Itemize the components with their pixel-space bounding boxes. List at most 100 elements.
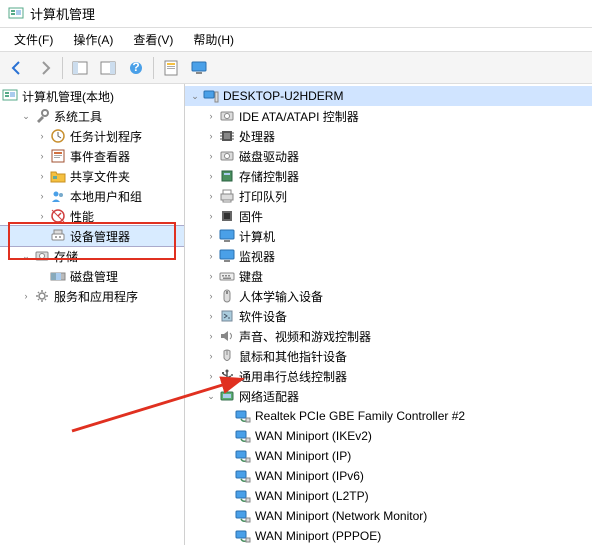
network-icon bbox=[219, 388, 235, 404]
menu-view[interactable]: 查看(V) bbox=[123, 29, 183, 50]
device-firmware[interactable]: › 固件 bbox=[185, 206, 592, 226]
device-wan-ipv6[interactable]: WAN Miniport (IPv6) bbox=[185, 466, 592, 486]
menu-help[interactable]: 帮助(H) bbox=[183, 29, 244, 50]
device-cpu[interactable]: › 处理器 bbox=[185, 126, 592, 146]
tree-label: 网络适配器 bbox=[239, 388, 299, 405]
spacer bbox=[220, 429, 234, 443]
device-soft-dev[interactable]: › 软件设备 bbox=[185, 306, 592, 326]
expand-icon[interactable]: › bbox=[204, 129, 218, 143]
help-button[interactable] bbox=[123, 55, 149, 81]
expand-icon[interactable]: › bbox=[204, 209, 218, 223]
expand-icon[interactable]: › bbox=[204, 109, 218, 123]
monitor-button[interactable] bbox=[186, 55, 212, 81]
device-wan-ip[interactable]: WAN Miniport (IP) bbox=[185, 446, 592, 466]
tree-system-tools[interactable]: ⌄ 系统工具 bbox=[0, 106, 184, 126]
disk-icon bbox=[50, 268, 66, 284]
device-keyboard[interactable]: › 键盘 bbox=[185, 266, 592, 286]
expand-icon[interactable]: › bbox=[204, 369, 218, 383]
netadp-icon bbox=[235, 528, 251, 544]
collapse-icon[interactable]: ⌄ bbox=[19, 109, 33, 123]
expand-icon[interactable]: › bbox=[204, 229, 218, 243]
tree-label: DESKTOP-U2HDERM bbox=[223, 89, 343, 103]
device-realtek[interactable]: Realtek PCIe GBE Family Controller #2 bbox=[185, 406, 592, 426]
expand-icon[interactable]: › bbox=[204, 329, 218, 343]
tree-label: 固件 bbox=[239, 208, 263, 225]
device-tree[interactable]: ⌄ DESKTOP-U2HDERM › IDE ATA/ATAPI 控制器 › … bbox=[185, 84, 592, 545]
device-sound[interactable]: › 声音、视频和游戏控制器 bbox=[185, 326, 592, 346]
expand-icon[interactable]: › bbox=[19, 289, 33, 303]
tree-services-apps[interactable]: › 服务和应用程序 bbox=[0, 286, 184, 306]
tree-label: 声音、视频和游戏控制器 bbox=[239, 328, 371, 345]
forward-button[interactable] bbox=[32, 55, 58, 81]
expand-icon[interactable]: › bbox=[204, 269, 218, 283]
expand-icon[interactable]: › bbox=[35, 129, 49, 143]
tree-label: WAN Miniport (Network Monitor) bbox=[255, 509, 427, 523]
tree-label: 鼠标和其他指针设备 bbox=[239, 348, 347, 365]
toolbar-separator bbox=[153, 57, 154, 79]
device-mouse[interactable]: › 鼠标和其他指针设备 bbox=[185, 346, 592, 366]
expand-icon[interactable]: › bbox=[35, 189, 49, 203]
tree-storage[interactable]: ⌄ 存储 bbox=[0, 246, 184, 266]
device-disk-drives[interactable]: › 磁盘驱动器 bbox=[185, 146, 592, 166]
tree-performance[interactable]: › 性能 bbox=[0, 206, 184, 226]
firmware-icon bbox=[219, 208, 235, 224]
device-usb[interactable]: › 通用串行总线控制器 bbox=[185, 366, 592, 386]
tree-shared-folders[interactable]: › 共享文件夹 bbox=[0, 166, 184, 186]
keyboard-icon bbox=[219, 268, 235, 284]
tree-task-scheduler[interactable]: › 任务计划程序 bbox=[0, 126, 184, 146]
show-hide-pane-button[interactable] bbox=[95, 55, 121, 81]
netadp-icon bbox=[235, 488, 251, 504]
spacer bbox=[220, 509, 234, 523]
device-wan-l2tp[interactable]: WAN Miniport (L2TP) bbox=[185, 486, 592, 506]
tree-label: WAN Miniport (L2TP) bbox=[255, 489, 369, 503]
tree-local-users[interactable]: › 本地用户和组 bbox=[0, 186, 184, 206]
tree-label: 磁盘驱动器 bbox=[239, 148, 299, 165]
console-tree[interactable]: 计算机管理(本地) ⌄ 系统工具 › 任务计划程序 › 事件查看器 › 共享文件… bbox=[0, 84, 185, 545]
storage-ctrl-icon bbox=[219, 168, 235, 184]
expand-icon[interactable]: › bbox=[204, 249, 218, 263]
tree-label: 性能 bbox=[70, 208, 94, 225]
spacer bbox=[220, 409, 234, 423]
collapse-icon[interactable]: ⌄ bbox=[204, 389, 218, 403]
tree-device-manager[interactable]: 设备管理器 bbox=[0, 226, 184, 246]
device-wan-pppoe[interactable]: WAN Miniport (PPPOE) bbox=[185, 526, 592, 545]
expand-icon[interactable]: › bbox=[35, 149, 49, 163]
expand-icon[interactable]: › bbox=[204, 309, 218, 323]
toolbar bbox=[0, 52, 592, 84]
device-hid[interactable]: › 人体学输入设备 bbox=[185, 286, 592, 306]
device-network[interactable]: ⌄ 网络适配器 bbox=[185, 386, 592, 406]
device-computer[interactable]: › 计算机 bbox=[185, 226, 592, 246]
hid-icon bbox=[219, 288, 235, 304]
usb-icon bbox=[219, 368, 235, 384]
show-hide-tree-button[interactable] bbox=[67, 55, 93, 81]
device-root[interactable]: ⌄ DESKTOP-U2HDERM bbox=[185, 86, 592, 106]
tree-disk-mgmt[interactable]: 磁盘管理 bbox=[0, 266, 184, 286]
device-monitor[interactable]: › 监视器 bbox=[185, 246, 592, 266]
expand-icon[interactable]: › bbox=[35, 209, 49, 223]
back-button[interactable] bbox=[4, 55, 30, 81]
menu-action[interactable]: 操作(A) bbox=[63, 29, 123, 50]
expand-icon[interactable]: › bbox=[204, 189, 218, 203]
menu-file[interactable]: 文件(F) bbox=[4, 29, 63, 50]
expand-icon[interactable]: › bbox=[204, 149, 218, 163]
properties-button[interactable] bbox=[158, 55, 184, 81]
ide-icon bbox=[219, 108, 235, 124]
collapse-icon[interactable]: ⌄ bbox=[19, 249, 33, 263]
expand-icon[interactable]: › bbox=[204, 349, 218, 363]
app-icon bbox=[8, 6, 24, 22]
tree-label: 处理器 bbox=[239, 128, 275, 145]
device-wan-ikev2[interactable]: WAN Miniport (IKEv2) bbox=[185, 426, 592, 446]
device-wan-netmon[interactable]: WAN Miniport (Network Monitor) bbox=[185, 506, 592, 526]
collapse-icon[interactable]: ⌄ bbox=[188, 89, 202, 103]
device-print-queue[interactable]: › 打印队列 bbox=[185, 186, 592, 206]
soft-icon bbox=[219, 308, 235, 324]
device-storage-ctrl[interactable]: › 存储控制器 bbox=[185, 166, 592, 186]
tree-root[interactable]: 计算机管理(本地) bbox=[0, 86, 184, 106]
tree-event-viewer[interactable]: › 事件查看器 bbox=[0, 146, 184, 166]
tree-label: WAN Miniport (PPPOE) bbox=[255, 529, 381, 543]
spacer bbox=[220, 489, 234, 503]
device-ide[interactable]: › IDE ATA/ATAPI 控制器 bbox=[185, 106, 592, 126]
expand-icon[interactable]: › bbox=[35, 169, 49, 183]
expand-icon[interactable]: › bbox=[204, 289, 218, 303]
expand-icon[interactable]: › bbox=[204, 169, 218, 183]
